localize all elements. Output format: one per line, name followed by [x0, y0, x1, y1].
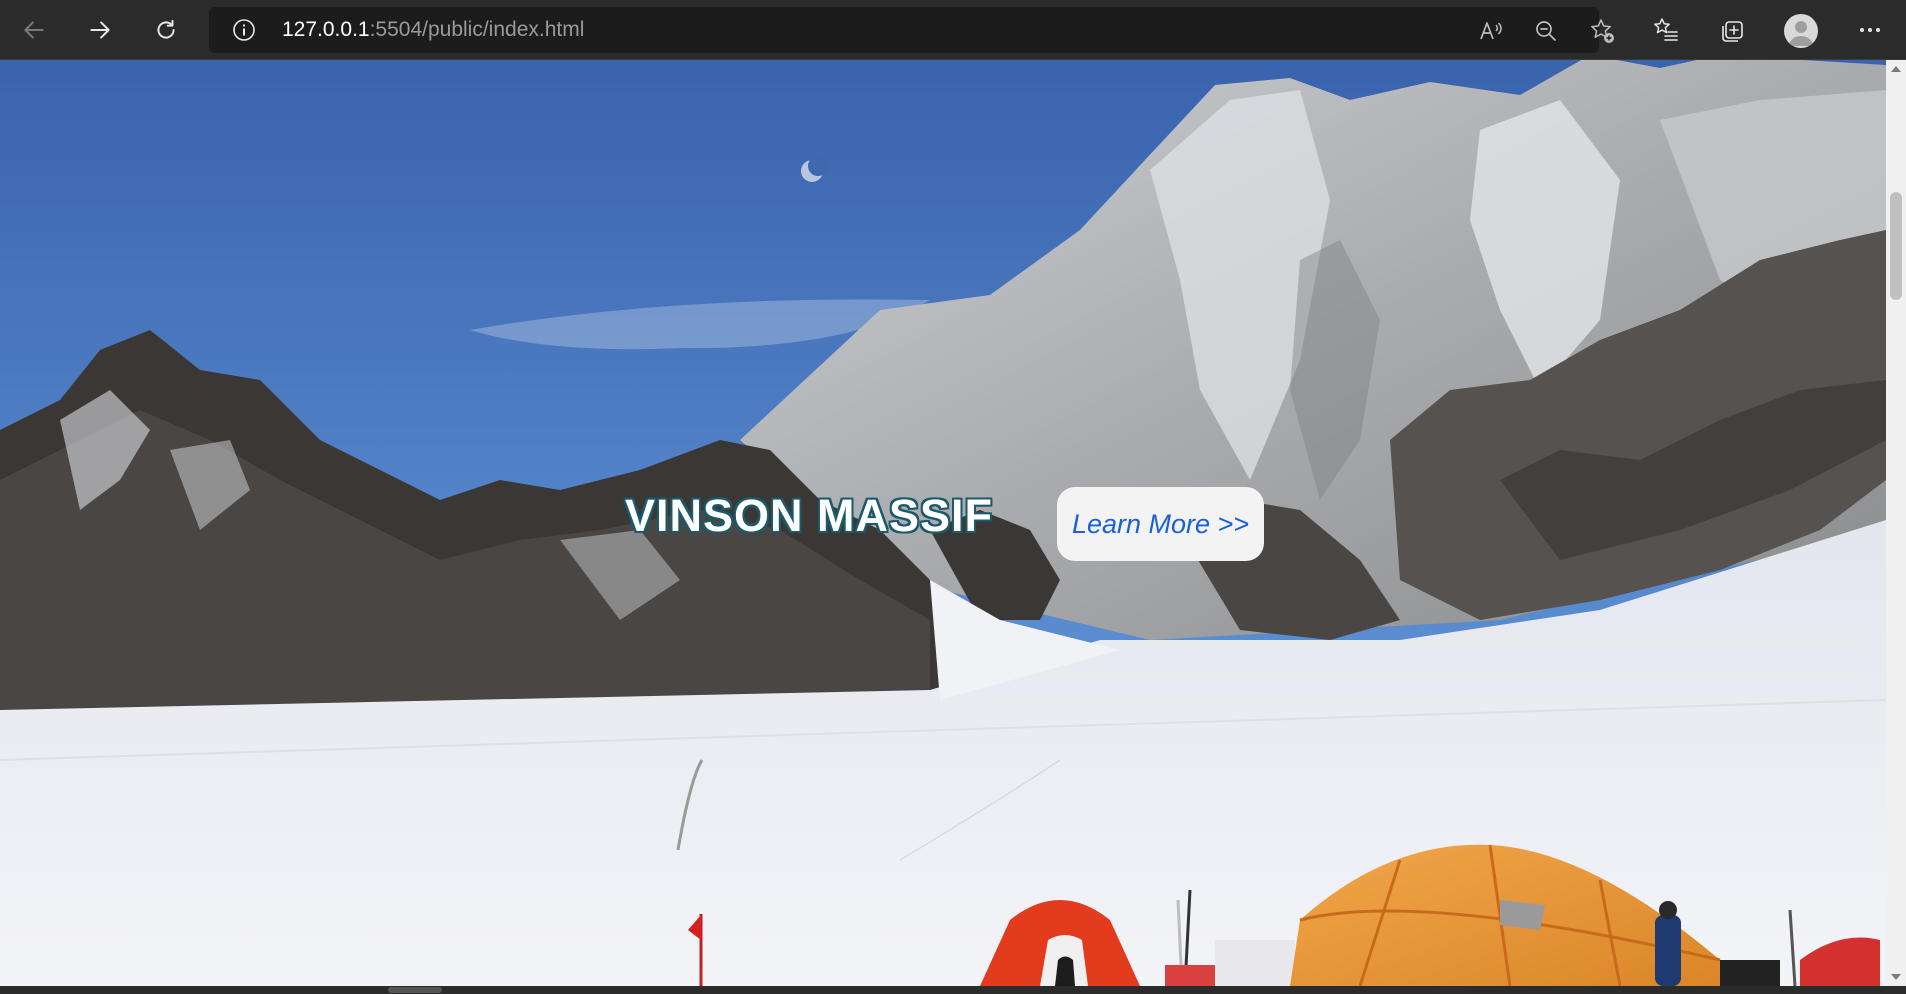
more-button[interactable]	[1856, 16, 1884, 44]
scroll-up-icon[interactable]	[1891, 66, 1901, 72]
zoom-out-icon	[1536, 21, 1556, 41]
browser-toolbar: 127.0.0.1:5504/public/index.html	[0, 0, 1906, 60]
zoom-out-button[interactable]	[1532, 17, 1560, 45]
horizontal-scroll-thumb[interactable]	[388, 987, 442, 993]
forward-button[interactable]	[80, 10, 120, 50]
url-path: :5504/public/index.html	[369, 18, 585, 41]
back-button[interactable]	[14, 10, 54, 50]
scroll-thumb[interactable]	[1890, 192, 1902, 300]
arrow-left-icon	[24, 21, 44, 39]
read-aloud-button[interactable]	[1476, 17, 1504, 45]
scroll-down-icon[interactable]	[1891, 974, 1901, 980]
url-text[interactable]: 127.0.0.1:5504/public/index.html	[282, 18, 584, 42]
favorites-list-icon	[1654, 18, 1678, 41]
learn-more-button[interactable]: Learn More >>	[1057, 487, 1264, 561]
profile-icon	[1789, 21, 1813, 46]
refresh-button[interactable]	[146, 10, 186, 50]
url-host: 127.0.0.1	[282, 18, 370, 41]
more-icon	[1860, 28, 1880, 32]
favorites-button[interactable]	[1652, 16, 1680, 44]
refresh-icon	[157, 19, 175, 39]
address-bar[interactable]: 127.0.0.1:5504/public/index.html	[209, 7, 1614, 53]
page-viewport: VINSON MASSIF Learn More >>	[0, 60, 1886, 986]
read-aloud-icon	[1480, 22, 1502, 40]
hero-title: VINSON MASSIF	[624, 490, 994, 541]
horizontal-scrollbar[interactable]	[0, 986, 1906, 994]
vertical-scrollbar[interactable]	[1886, 60, 1906, 986]
collections-button[interactable]	[1718, 16, 1746, 44]
star-plus-icon	[1591, 19, 1614, 43]
arrow-right-icon	[90, 21, 110, 39]
avatar[interactable]	[1784, 14, 1818, 48]
collections-icon	[1722, 21, 1743, 42]
add-favorite-button[interactable]	[1588, 17, 1616, 45]
info-icon[interactable]	[232, 18, 256, 42]
